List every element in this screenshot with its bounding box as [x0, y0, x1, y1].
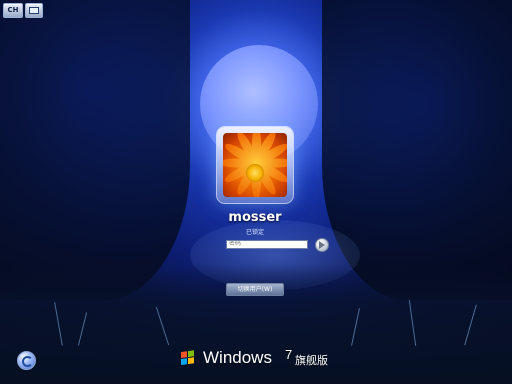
- windows-logo-banner: Windows 7 旗舰版: [181, 347, 333, 371]
- keyboard-icon: [29, 7, 39, 14]
- left-tree-silhouette: [0, 0, 190, 300]
- switch-user-button[interactable]: 切换用户(W): [226, 283, 284, 296]
- flower-center: [246, 164, 264, 182]
- ease-of-access-button[interactable]: [17, 351, 36, 370]
- windows-logo-icon: [181, 350, 196, 367]
- arrow-right-icon: [319, 241, 325, 249]
- windows-brand-text: Windows: [203, 348, 272, 367]
- password-input[interactable]: [226, 240, 308, 249]
- windows-pane-green: [188, 350, 194, 358]
- ease-of-access-icon: [22, 356, 33, 367]
- avatar: [223, 133, 287, 197]
- locked-status: 已锁定: [245, 229, 264, 236]
- keyboard-button[interactable]: [25, 3, 43, 18]
- windows-pane-yellow: [188, 357, 194, 365]
- edition-text: 旗舰版: [295, 354, 328, 367]
- windows-pane-red: [181, 351, 187, 359]
- windows-version-text: 7: [285, 347, 293, 362]
- windows-pane-blue: [181, 358, 187, 366]
- language-button[interactable]: CH: [3, 3, 23, 18]
- submit-button[interactable]: [315, 238, 329, 252]
- username-label: mosser: [228, 210, 282, 225]
- user-avatar-frame: [217, 127, 293, 203]
